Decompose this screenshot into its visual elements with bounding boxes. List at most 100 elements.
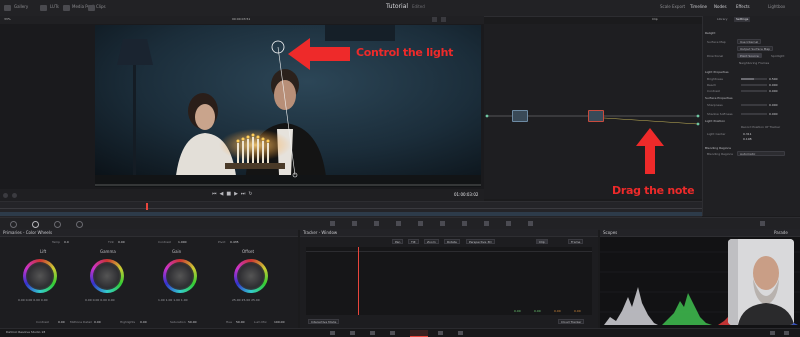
- sizing-icon[interactable]: [506, 221, 511, 226]
- tracker-frame-button[interactable]: Frame: [568, 239, 584, 244]
- tab-settings[interactable]: Settings: [734, 17, 751, 22]
- tab-luts[interactable]: LUTs: [50, 5, 59, 9]
- clips-icon[interactable]: [88, 5, 95, 11]
- key-icon[interactable]: [484, 221, 489, 226]
- interactive-mode-button[interactable]: Interactive Mode: [308, 319, 340, 324]
- highlights-value[interactable]: 0.00: [140, 320, 147, 324]
- tracker-tilt-checkbox[interactable]: Tilt: [408, 239, 419, 244]
- rgb-mixer-icon[interactable]: [54, 221, 61, 228]
- audio-icon[interactable]: [12, 193, 17, 198]
- midtone-detail-value[interactable]: 0.00: [94, 320, 101, 324]
- tab-gallery[interactable]: Gallery: [14, 5, 28, 9]
- shadow-softness-slider[interactable]: [741, 113, 767, 115]
- output-surface-map-button[interactable]: Output Surface Map: [737, 46, 774, 51]
- brightness-value[interactable]: 0.500: [769, 77, 778, 81]
- lum-mix-value[interactable]: 100.00: [274, 320, 285, 324]
- tracker-icon[interactable]: [418, 221, 423, 226]
- tracker-rotate-checkbox[interactable]: Rotate: [444, 239, 460, 244]
- playhead[interactable]: [146, 203, 148, 210]
- viewer-mode-icon[interactable]: [432, 17, 437, 22]
- reach-slider[interactable]: [741, 84, 767, 86]
- loop-icon[interactable]: [3, 193, 8, 198]
- saturation-value[interactable]: 50.00: [188, 320, 197, 324]
- reach-value[interactable]: 0.000: [769, 83, 778, 87]
- zoom-level[interactable]: 33%: [4, 18, 11, 21]
- offset-values[interactable]: 25.00 25.00 25.00: [232, 298, 260, 302]
- tracker-clip-button[interactable]: Clip: [536, 239, 548, 244]
- contrast-value-cw[interactable]: 1.000: [178, 240, 187, 244]
- lut-icon[interactable]: [40, 5, 47, 11]
- viewer-options-icon[interactable]: [441, 17, 446, 22]
- tab-lightbox[interactable]: Lightbox: [768, 5, 785, 9]
- sharpness-value[interactable]: 0.000: [769, 103, 778, 107]
- camera-raw-icon[interactable]: [10, 221, 17, 228]
- tab-clips[interactable]: Clips: [96, 5, 106, 9]
- record-position-checkbox[interactable]: Record Position Of Tracker: [741, 125, 780, 129]
- mini-timeline[interactable]: [0, 201, 702, 218]
- light-center-y[interactable]: 0.108: [743, 137, 752, 141]
- page-cut-icon[interactable]: [350, 331, 355, 335]
- curves-icon[interactable]: [330, 221, 335, 226]
- blending-mode-dropdown[interactable]: Automatic: [737, 151, 785, 156]
- page-deliver-icon[interactable]: [458, 331, 463, 335]
- window-icon[interactable]: [396, 221, 401, 226]
- temp-value[interactable]: 0.0: [64, 240, 69, 244]
- 3d-icon[interactable]: [528, 221, 533, 226]
- page-fairlight-icon[interactable]: [438, 331, 443, 335]
- home-icon[interactable]: [770, 331, 775, 335]
- surface-map-label: Surface Map: [707, 40, 726, 44]
- footer-contrast-value[interactable]: 0.00: [58, 320, 65, 324]
- node-clip-selector[interactable]: Clip: [652, 18, 658, 21]
- page-edit-icon[interactable]: [370, 331, 375, 335]
- tracker-pan-checkbox[interactable]: Pan: [392, 239, 404, 244]
- gain-wheel[interactable]: [163, 259, 197, 293]
- motion-effects-icon[interactable]: [76, 221, 83, 228]
- sharpness-slider[interactable]: [741, 104, 767, 106]
- timeline-clip-track[interactable]: [0, 212, 702, 216]
- surface-map-dropdown[interactable]: Use Internal: [737, 39, 762, 44]
- tab-scale-export[interactable]: Scale Export: [660, 5, 685, 9]
- node-editor[interactable]: [484, 24, 702, 199]
- page-fusion-icon[interactable]: [390, 331, 395, 335]
- contrast-value[interactable]: 0.000: [769, 89, 778, 93]
- color-wheels-icon[interactable]: [32, 221, 39, 228]
- magic-mask-icon[interactable]: [440, 221, 445, 226]
- tracker-perspective-checkbox[interactable]: Perspective 3D: [466, 239, 495, 244]
- gamma-values[interactable]: 0.00 0.00 0.00 0.00: [85, 298, 115, 302]
- qualifier-icon[interactable]: [374, 221, 379, 226]
- pivot-value[interactable]: 0.435: [230, 240, 239, 244]
- page-media-icon[interactable]: [330, 331, 335, 335]
- tab-effects[interactable]: Effects: [736, 5, 750, 9]
- hue-value[interactable]: 50.00: [236, 320, 245, 324]
- tab-library[interactable]: Library: [717, 18, 728, 21]
- tab-nodes[interactable]: Nodes: [714, 5, 727, 9]
- cloud-tracker-button[interactable]: Cloud Tracker: [558, 319, 585, 324]
- offset-wheel[interactable]: [234, 259, 268, 293]
- neighboring-frames-option[interactable]: Neighboring Frames: [739, 61, 769, 65]
- tint-value[interactable]: 0.00: [118, 240, 125, 244]
- lift-wheel[interactable]: [23, 259, 57, 293]
- contrast-slider[interactable]: [741, 90, 767, 92]
- shadow-softness-value[interactable]: 0.000: [769, 112, 778, 116]
- settings-gear-icon[interactable]: [784, 331, 789, 335]
- media-pool-icon[interactable]: [63, 5, 70, 11]
- playback-controls[interactable]: ⏮◀■▶⏭↻: [212, 192, 256, 197]
- color-warper-icon[interactable]: [352, 221, 357, 226]
- scopes-icon[interactable]: [760, 221, 765, 226]
- tracker-zoom-checkbox[interactable]: Zoom: [424, 239, 439, 244]
- light-center-x[interactable]: 0.311: [743, 132, 752, 136]
- blur-icon[interactable]: [462, 221, 467, 226]
- brightness-slider[interactable]: [741, 78, 767, 80]
- node-01[interactable]: [512, 110, 528, 122]
- point-source-button[interactable]: Point Source: [737, 53, 762, 58]
- tab-timeline[interactable]: Timeline: [690, 5, 707, 9]
- gain-values[interactable]: 1.00 1.00 1.00 1.00: [158, 298, 188, 302]
- tracker-graph[interactable]: [306, 247, 592, 315]
- gamma-wheel[interactable]: [90, 259, 124, 293]
- tracker-playhead[interactable]: [358, 247, 359, 315]
- node-relight[interactable]: [588, 110, 604, 122]
- scope-mode-selector[interactable]: Parade: [774, 230, 788, 235]
- spotlight-option[interactable]: Spotlight: [771, 54, 784, 58]
- media-icon[interactable]: [4, 5, 11, 11]
- lift-values[interactable]: 0.00 0.00 0.00 0.00: [18, 298, 48, 302]
